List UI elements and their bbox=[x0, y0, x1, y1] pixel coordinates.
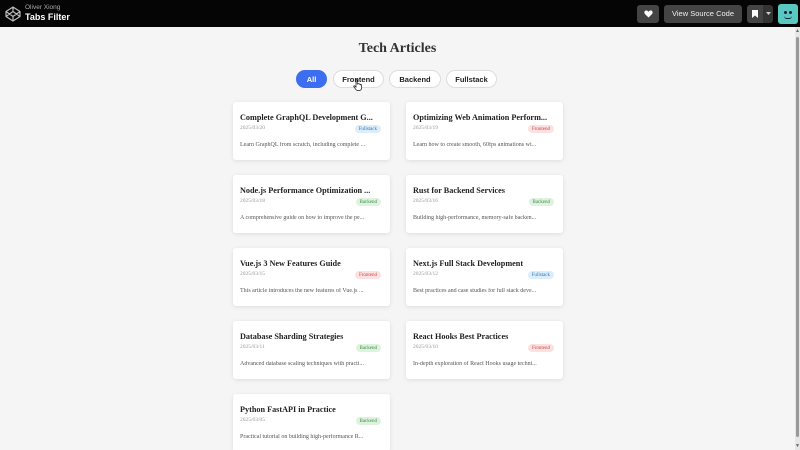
article-title: Rust for Backend Services bbox=[413, 186, 505, 195]
category-badge: Frontend bbox=[527, 125, 554, 133]
category-badge: Fullstack bbox=[527, 271, 554, 279]
scroll-down-arrow-icon[interactable]: ▼ bbox=[795, 443, 800, 449]
category-badge: Backend bbox=[355, 198, 381, 206]
article-title: Database Sharding Strategies bbox=[240, 332, 344, 341]
article-description: Practical tutorial on building high-perf… bbox=[240, 434, 364, 440]
article-description: Learn how to create smooth, 60fps animat… bbox=[413, 142, 537, 148]
page-title: Tech Articles bbox=[358, 41, 437, 56]
scroll-up-arrow-icon[interactable]: ▲ bbox=[795, 28, 800, 34]
article-date: 2025/03/11 bbox=[240, 344, 265, 350]
article-date: 2025/03/15 bbox=[240, 271, 266, 277]
bookmark-button[interactable] bbox=[747, 4, 763, 23]
article-title: Next.js Full Stack Development bbox=[413, 259, 524, 268]
top-bar: Oliver Xiong Tabs Filter View Source Cod… bbox=[0, 0, 800, 27]
article-description: In-depth exploration of React Hooks usag… bbox=[413, 361, 537, 367]
article-date: 2025/03/12 bbox=[413, 271, 439, 277]
scrollbar[interactable]: ▲ ▼ bbox=[795, 27, 800, 450]
category-badge: Backend bbox=[355, 344, 381, 352]
article-card[interactable]: Rust for Backend Services 2025/03/16 Bac… bbox=[406, 175, 563, 233]
article-title: Node.js Performance Optimization ... bbox=[240, 186, 371, 195]
codepen-logo-icon[interactable] bbox=[5, 5, 21, 22]
article-card[interactable]: Optimizing Web Animation Perform... 2025… bbox=[406, 102, 563, 160]
heart-icon bbox=[643, 9, 653, 18]
category-badge: Backend bbox=[528, 198, 554, 206]
article-title: Python FastAPI in Practice bbox=[240, 405, 336, 414]
preview-area: Tech Articles All Frontend Backend Fulls… bbox=[0, 27, 795, 450]
article-description: Learn GraphQL from scratch, including co… bbox=[240, 142, 366, 148]
article-date: 2025/03/16 bbox=[413, 198, 439, 204]
pen-title: Tabs Filter bbox=[25, 12, 70, 23]
category-badge: Frontend bbox=[354, 271, 381, 279]
tab-fullstack[interactable]: Fullstack bbox=[446, 70, 497, 88]
article-title: React Hooks Best Practices bbox=[413, 332, 509, 341]
top-bar-actions: View Source Code bbox=[637, 0, 800, 27]
bookmark-icon bbox=[752, 9, 758, 18]
article-date: 2025/03/05 bbox=[240, 417, 266, 423]
article-description: Building high-performance, memory-safe b… bbox=[413, 215, 537, 221]
view-source-button[interactable]: View Source Code bbox=[664, 4, 742, 23]
scrollbar-thumb[interactable] bbox=[796, 37, 799, 437]
article-card[interactable]: Complete GraphQL Development G... 2025/0… bbox=[233, 102, 390, 160]
article-date: 2025/03/10 bbox=[413, 344, 439, 350]
article-description: This article introduces the new features… bbox=[240, 288, 364, 294]
article-date: 2025/03/20 bbox=[240, 125, 266, 131]
article-title: Optimizing Web Animation Perform... bbox=[413, 113, 548, 122]
pointer-cursor-icon bbox=[353, 79, 362, 91]
like-button[interactable] bbox=[637, 4, 660, 23]
article-card[interactable]: Database Sharding Strategies 2025/03/11 … bbox=[233, 321, 390, 379]
article-card[interactable]: Next.js Full Stack Development 2025/03/1… bbox=[406, 248, 563, 306]
article-date: 2025/03/19 bbox=[413, 125, 439, 131]
article-description: Best practices and case studies for full… bbox=[413, 288, 537, 294]
chevron-down-icon bbox=[765, 12, 771, 15]
article-description: A comprehensive guide on how to improve … bbox=[240, 215, 365, 221]
brand: Oliver Xiong Tabs Filter bbox=[25, 4, 70, 23]
avatar[interactable] bbox=[778, 3, 798, 24]
author-name[interactable]: Oliver Xiong bbox=[25, 4, 70, 12]
article-date: 2025/03/18 bbox=[240, 198, 266, 204]
category-badge: Backend bbox=[355, 417, 381, 425]
category-badge: Frontend bbox=[527, 344, 554, 352]
article-card[interactable]: Python FastAPI in Practice 2025/03/05 Ba… bbox=[233, 394, 390, 450]
article-card[interactable]: Vue.js 3 New Features Guide 2025/03/15 F… bbox=[233, 248, 390, 306]
article-card[interactable]: React Hooks Best Practices 2025/03/10 Fr… bbox=[406, 321, 563, 379]
tab-backend[interactable]: Backend bbox=[389, 70, 441, 88]
tab-all[interactable]: All bbox=[296, 70, 327, 88]
bookmark-dropdown-button[interactable] bbox=[763, 4, 773, 23]
article-title: Complete GraphQL Development G... bbox=[240, 113, 373, 122]
article-title: Vue.js 3 New Features Guide bbox=[240, 259, 341, 268]
category-badge: Fullstack bbox=[354, 125, 381, 133]
article-card[interactable]: Node.js Performance Optimization ... 202… bbox=[233, 175, 390, 233]
article-description: Advanced database scaling techniques wit… bbox=[240, 361, 364, 367]
